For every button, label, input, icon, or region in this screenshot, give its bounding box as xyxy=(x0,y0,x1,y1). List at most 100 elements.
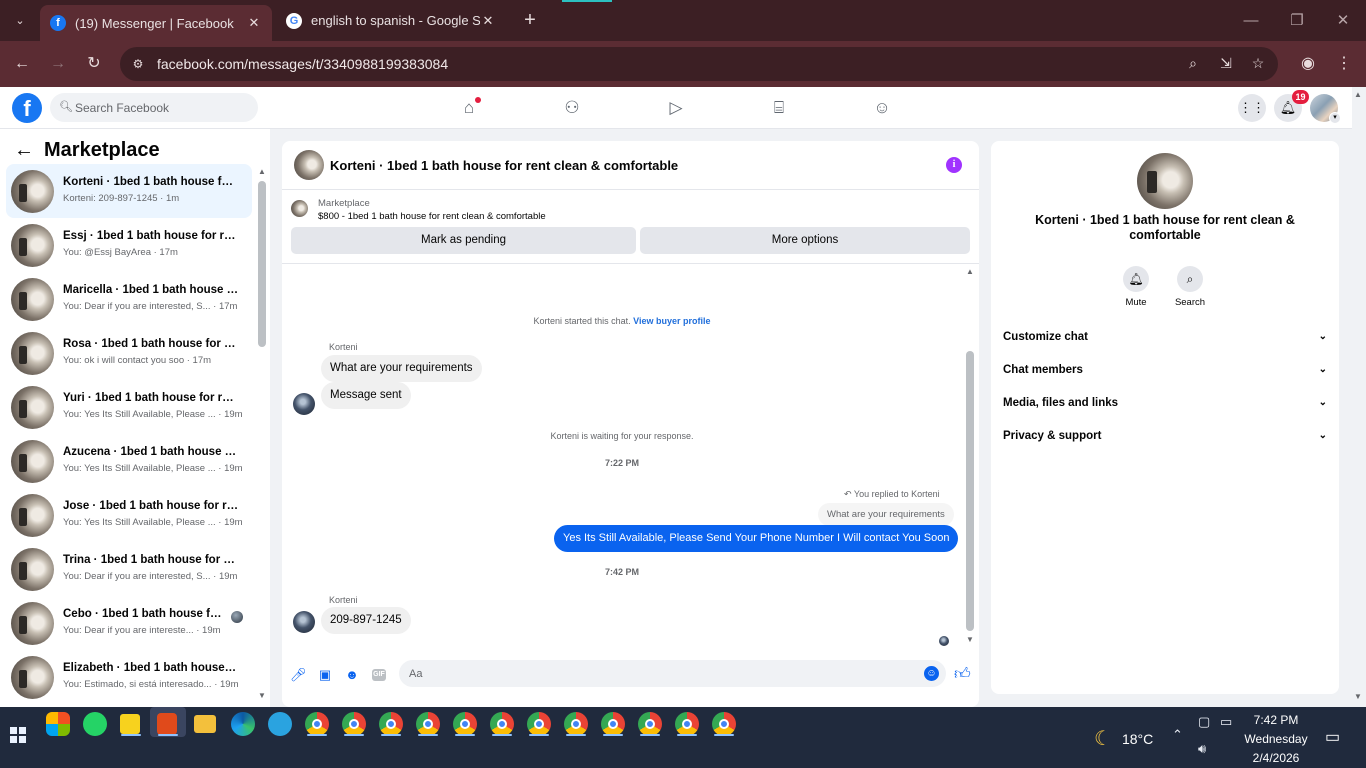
sticky-notes-icon[interactable] xyxy=(120,714,140,734)
chat-scrollbar[interactable] xyxy=(966,351,974,631)
sticker-icon[interactable]: ☻ xyxy=(344,667,360,683)
listing-thumbnail[interactable] xyxy=(291,200,308,217)
conversation-item[interactable]: Elizabeth · 1bed 1 bath house for rent c… xyxy=(6,650,252,704)
conversation-item[interactable]: Yuri · 1bed 1 bath house for rent clean … xyxy=(6,380,252,434)
conversation-item[interactable]: Trina · 1bed 1 bath house for rent clean… xyxy=(6,542,252,596)
browser-menu-icon[interactable]: ⋮ xyxy=(1330,50,1358,78)
app-icon[interactable] xyxy=(157,713,177,735)
back-arrow-icon[interactable]: ← xyxy=(14,139,34,162)
chevron-down-icon[interactable]: ⌄ xyxy=(1319,397,1327,408)
tab-google[interactable]: G english to spanish - Google Sea ✕ xyxy=(276,6,506,35)
zoom-icon[interactable]: ⌕ xyxy=(1183,55,1203,73)
chrome-icon[interactable] xyxy=(379,712,403,736)
chrome-icon[interactable] xyxy=(342,712,366,736)
volume-icon[interactable]: 🔊︎ xyxy=(1198,741,1206,757)
chat-scroll-down-arrow-icon[interactable]: ▼ xyxy=(966,635,974,644)
privacy-support-section[interactable]: Privacy & support ⌄ xyxy=(1003,430,1327,450)
reload-icon[interactable]: ↻ xyxy=(80,50,108,78)
chat-avatar[interactable] xyxy=(294,150,324,180)
chrome-icon[interactable] xyxy=(638,712,662,736)
chat-title[interactable]: Korteni · 1bed 1 bath house for rent cle… xyxy=(330,158,678,173)
like-thumb-icon[interactable]: 👍︎ xyxy=(954,667,971,683)
chevron-down-icon[interactable]: ⌄ xyxy=(1319,364,1327,375)
tab-messenger[interactable]: f (19) Messenger | Facebook ✕ xyxy=(40,5,272,41)
telegram-icon[interactable] xyxy=(268,712,292,736)
conversation-item[interactable]: Cebo · 1bed 1 bath house for rent clean … xyxy=(6,596,252,650)
minimize-icon[interactable]: — xyxy=(1228,0,1274,41)
chrome-icon[interactable] xyxy=(601,712,625,736)
microphone-icon[interactable]: 🎤︎ xyxy=(290,667,307,683)
chrome-icon[interactable] xyxy=(527,712,551,736)
page-scroll-up-icon[interactable]: ▲ xyxy=(1354,90,1362,99)
conversation-item[interactable]: Jose · 1bed 1 bath house for rent clean … xyxy=(6,488,252,542)
facebook-logo-icon[interactable]: f xyxy=(12,93,42,123)
notification-center-icon[interactable]: ▭ xyxy=(1325,727,1340,747)
my-message-bubble[interactable]: Yes Its Still Available, Please Send You… xyxy=(554,525,959,552)
listing-title[interactable]: $800 - 1bed 1 bath house for rent clean … xyxy=(318,211,546,222)
weather-widget[interactable]: ☾ 18°C xyxy=(1094,726,1153,751)
sidebar-scrollbar[interactable] xyxy=(258,181,266,347)
listing-avatar-large[interactable] xyxy=(1137,153,1193,209)
address-bar[interactable]: ⚙ facebook.com/messages/t/33409881993830… xyxy=(120,47,1278,81)
facebook-search-input[interactable]: 🔍︎ Search Facebook xyxy=(50,93,258,122)
file-explorer-icon[interactable] xyxy=(194,715,216,733)
chrome-icon[interactable] xyxy=(416,712,440,736)
scroll-up-arrow-icon[interactable]: ▲ xyxy=(258,167,266,176)
chat-members-section[interactable]: Chat members ⌄ xyxy=(1003,364,1327,384)
conversation-item[interactable]: Azucena · 1bed 1 bath house for rent cle… xyxy=(6,434,252,488)
chrome-icon[interactable] xyxy=(712,712,736,736)
sender-avatar[interactable] xyxy=(293,611,315,633)
message-bubble[interactable]: 209-897-1245 xyxy=(321,607,411,634)
message-input[interactable]: Aa ☺ xyxy=(399,660,946,687)
chat-scroll-up-arrow-icon[interactable]: ▲ xyxy=(966,267,974,276)
conversation-item[interactable]: Maricella · 1bed 1 bath house for rent c… xyxy=(6,272,252,326)
new-tab-icon[interactable]: + xyxy=(518,8,542,32)
bell-icon[interactable]: 🔔︎ xyxy=(1123,266,1149,292)
close-window-icon[interactable]: ✕ xyxy=(1320,0,1366,41)
back-icon[interactable]: ← xyxy=(8,50,36,78)
reply-quote[interactable]: What are your requirements xyxy=(818,503,954,526)
view-buyer-profile-link[interactable]: View buyer profile xyxy=(633,316,710,326)
device-icon[interactable]: ▢ xyxy=(1198,714,1210,730)
search-action[interactable]: ⌕ Search xyxy=(1165,266,1215,308)
network-icon[interactable]: ▭ xyxy=(1220,714,1232,730)
friends-icon[interactable]: ⚇ xyxy=(560,96,584,120)
restore-icon[interactable]: ❐ xyxy=(1274,0,1320,41)
profile-icon[interactable]: ◉ xyxy=(1294,50,1322,78)
gif-icon[interactable]: GIF xyxy=(372,669,386,681)
windows-start-icon[interactable] xyxy=(10,727,26,743)
chrome-icon[interactable] xyxy=(490,712,514,736)
media-files-links-section[interactable]: Media, files and links ⌄ xyxy=(1003,397,1327,417)
whatsapp-icon[interactable] xyxy=(83,712,107,736)
more-options-button[interactable]: More options xyxy=(640,227,970,254)
account-chevron-icon[interactable]: ▾ xyxy=(1329,112,1341,124)
message-bubble[interactable]: What are your requirements xyxy=(321,355,482,382)
emoji-icon[interactable]: ☺ xyxy=(924,666,939,681)
tray-chevron-icon[interactable]: ⌃ xyxy=(1172,727,1183,743)
conversation-item[interactable]: Korteni · 1bed 1 bath house for rent cle… xyxy=(6,164,252,218)
message-bubble[interactable]: Message sent xyxy=(321,382,411,409)
forward-icon[interactable]: → xyxy=(44,50,72,78)
photo-icon[interactable]: ▣ xyxy=(317,667,333,683)
install-app-icon[interactable]: ⇲ xyxy=(1216,55,1236,73)
url-text[interactable]: facebook.com/messages/t/3340988199383084 xyxy=(157,56,448,72)
search-icon[interactable]: ⌕ xyxy=(1177,266,1203,292)
copilot-icon[interactable] xyxy=(46,712,70,736)
system-clock[interactable]: 7:42 PM Wednesday 2/4/2026 xyxy=(1240,711,1312,768)
video-icon[interactable]: ▷ xyxy=(664,96,688,120)
chrome-icon[interactable] xyxy=(453,712,477,736)
conversation-item[interactable]: Rosa · 1bed 1 bath house for rent clean … xyxy=(6,326,252,380)
close-tab-icon[interactable]: ✕ xyxy=(480,13,496,29)
menu-grid-icon[interactable]: ⋮⋮ xyxy=(1238,94,1266,122)
site-info-icon[interactable]: ⚙ xyxy=(130,56,146,72)
scroll-down-arrow-icon[interactable]: ▼ xyxy=(258,691,266,700)
mute-action[interactable]: 🔔︎ Mute xyxy=(1111,266,1161,308)
chrome-icon[interactable] xyxy=(564,712,588,736)
marketplace-icon[interactable]: ⌸ xyxy=(767,96,791,120)
conversation-item[interactable]: Essj · 1bed 1 bath house for rent clean … xyxy=(6,218,252,272)
info-icon[interactable]: i xyxy=(946,157,962,173)
tab-search-dropdown-icon[interactable]: ⌄ xyxy=(8,8,32,32)
mark-pending-button[interactable]: Mark as pending xyxy=(291,227,636,254)
close-tab-icon[interactable]: ✕ xyxy=(246,15,262,31)
chevron-down-icon[interactable]: ⌄ xyxy=(1319,430,1327,441)
